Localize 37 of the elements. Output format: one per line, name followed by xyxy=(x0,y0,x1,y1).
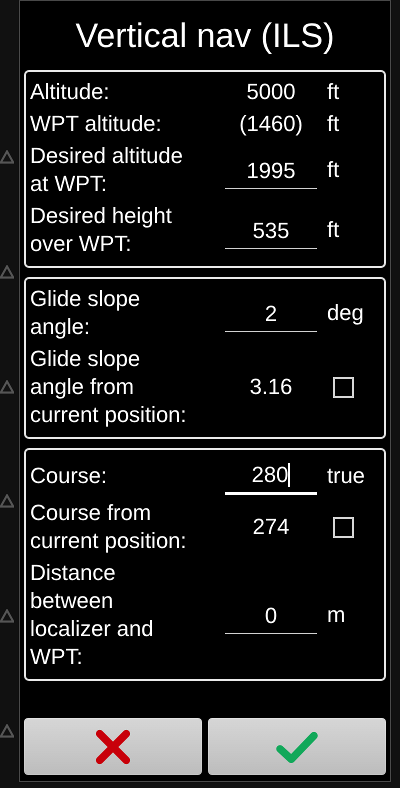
checkmark-icon xyxy=(275,730,319,764)
value-text: (1460) xyxy=(238,111,304,137)
warning-triangle-icon xyxy=(0,150,14,164)
value-text: 3.16 xyxy=(248,374,294,400)
unit-label: ft xyxy=(327,217,340,243)
unit-label: ft xyxy=(327,111,340,137)
unit-label: m xyxy=(327,602,346,628)
field-label: Desired height over WPT: xyxy=(30,202,173,258)
warning-triangle-icon xyxy=(0,608,14,623)
unit-label: true xyxy=(327,462,365,488)
unit-label: deg xyxy=(327,300,364,326)
value-text: 274 xyxy=(252,514,290,540)
field-label: Course: xyxy=(30,462,108,490)
field-label: WPT altitude: xyxy=(30,110,163,138)
warning-triangle-icon xyxy=(0,494,14,508)
checkbox[interactable] xyxy=(333,516,354,538)
dialog-title: Vertical nav (ILS) xyxy=(74,16,336,57)
field-label: Glide slope angle: xyxy=(30,285,142,341)
value-text: 5000 xyxy=(246,79,296,105)
input-field[interactable]: 2 xyxy=(225,294,317,332)
field-label: Desired altitude at WPT: xyxy=(30,142,184,198)
unit-label: ft xyxy=(327,157,340,183)
close-icon xyxy=(94,728,132,766)
input-field[interactable]: 0 xyxy=(225,596,317,634)
warning-triangle-icon xyxy=(0,264,14,279)
field-label: Glide slope angle from current position: xyxy=(30,345,188,429)
input-field[interactable]: 280 xyxy=(225,456,317,495)
input-field[interactable]: 535 xyxy=(225,212,317,248)
warning-triangle-icon xyxy=(0,724,14,738)
field-label: Course from current position: xyxy=(30,499,188,555)
checkbox[interactable] xyxy=(333,376,354,398)
unit-label: ft xyxy=(327,79,340,105)
field-label: Distance between localizer and WPT: xyxy=(30,559,155,671)
input-field[interactable]: 1995 xyxy=(225,152,317,188)
warning-triangle-icon xyxy=(0,380,14,394)
field-label: Altitude: xyxy=(30,78,110,106)
cancel-button[interactable] xyxy=(24,718,202,775)
